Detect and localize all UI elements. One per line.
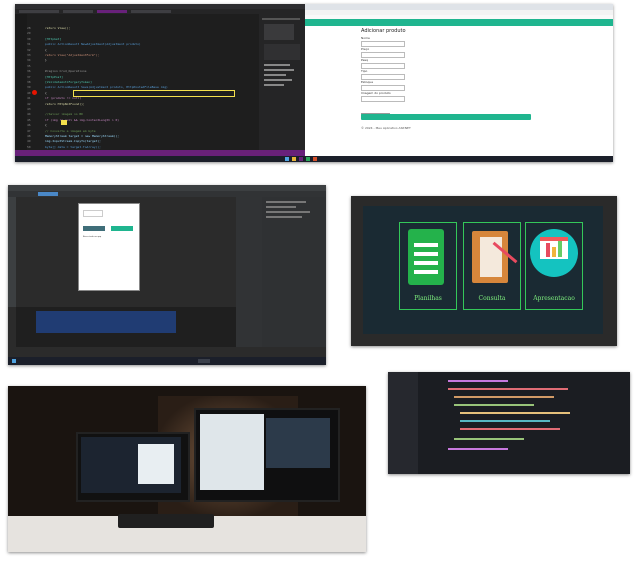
field-label: Nome bbox=[361, 36, 370, 40]
vs-left-margin bbox=[15, 14, 27, 156]
field-label: Pesq bbox=[361, 58, 369, 62]
photo-monitor-tiles: Planilhas Consulta Apresentacao bbox=[351, 196, 617, 346]
tile-label: Apresentacao bbox=[533, 295, 575, 302]
code-line: #region Crud_Operations bbox=[45, 69, 87, 74]
tile-apresentacao[interactable]: Apresentacao bbox=[525, 222, 583, 310]
browser-window: Nome do aplicativo Produtos Ajustes Privaci… bbox=[305, 4, 613, 156]
breakpoint-icon[interactable] bbox=[32, 90, 37, 95]
app-navbar: Nome do aplicativo Produtos Ajustes Privaci… bbox=[305, 19, 613, 36]
component-tree bbox=[236, 197, 262, 347]
code-line: public ActionResult Save(Adjustment prod… bbox=[45, 85, 168, 90]
line-number: 46 bbox=[27, 123, 31, 128]
yellow-highlight bbox=[61, 120, 67, 125]
field-label: Tipo bbox=[361, 69, 368, 73]
code-line: } bbox=[45, 58, 47, 63]
save-button[interactable]: Salvar bbox=[361, 114, 531, 130]
code-line: MemoryStream target = new MemoryStream()… bbox=[45, 134, 120, 138]
photo-code-screen bbox=[388, 372, 630, 474]
form-field: Estoque bbox=[361, 80, 405, 91]
code-line: return View("AdjustmentForm"); bbox=[45, 53, 100, 57]
line-number: 38 bbox=[27, 80, 31, 84]
as-left-tools bbox=[8, 197, 16, 307]
line-number: 29 bbox=[27, 31, 31, 36]
line-number: 48 bbox=[27, 134, 31, 138]
windows-taskbar bbox=[15, 156, 613, 162]
nav-link[interactable]: Logon bbox=[531, 32, 540, 36]
code-line: return View(); bbox=[45, 26, 71, 30]
line-number: 28 bbox=[27, 26, 31, 30]
line-number: 42 bbox=[27, 101, 31, 106]
register-button[interactable]: Cadastrar bbox=[83, 226, 105, 242]
attributes-panel bbox=[262, 197, 326, 347]
line-number: 37 bbox=[27, 74, 31, 79]
screenshot-visual-studio-browser: 28 29 30 31 32 33 34 35 36 37 38 39 40 41 42 43 44 45 46 47… bbox=[15, 4, 613, 162]
form-field: Imagem do produto bbox=[361, 91, 405, 102]
line-number: 45 bbox=[27, 117, 31, 122]
code-line: //Salvar imagem no BD bbox=[45, 112, 83, 117]
tile-label: Planilhas bbox=[414, 295, 442, 302]
tile-planilhas[interactable]: Planilhas bbox=[399, 222, 457, 310]
tile-label: Consulta bbox=[478, 295, 506, 302]
left-gutter bbox=[388, 372, 418, 474]
code-line: // Converte a imagem em byte bbox=[45, 128, 96, 133]
phone-text: Bem-vindo ao app bbox=[83, 236, 102, 238]
solution-explorer bbox=[259, 14, 305, 156]
line-number: 39 bbox=[27, 85, 31, 90]
presentation-chart-icon bbox=[530, 229, 578, 277]
screenshot-android-studio: Cadastrar Entrar Bem-vindo ao app bbox=[8, 185, 326, 365]
code-line: [HttpPost] bbox=[45, 74, 64, 79]
code-line: byte[] data = target.ToArray(); bbox=[45, 144, 101, 149]
field-label: Imagem do produto bbox=[361, 91, 391, 95]
monitor-right bbox=[194, 408, 340, 502]
code-line: public ActionResult NewAdjustment(Adjust… bbox=[45, 42, 141, 47]
form-field: Nome bbox=[361, 36, 405, 47]
notebook-pencil-icon bbox=[472, 231, 518, 283]
line-number: 47 bbox=[27, 128, 31, 133]
vs-window: 28 29 30 31 32 33 34 35 36 37 38 39 40 41 42 43 44 45 46 47… bbox=[15, 4, 305, 156]
field-label: Estoque bbox=[361, 80, 374, 84]
nav-link[interactable]: Registrar bbox=[511, 32, 525, 36]
nav-link[interactable]: Nome do aplicativo bbox=[319, 32, 348, 36]
keyboard bbox=[118, 514, 214, 528]
selected-line-highlight bbox=[73, 90, 235, 97]
line-number: 41 bbox=[27, 96, 31, 101]
line-number: 49 bbox=[27, 139, 31, 144]
form-title: Adicionar produto bbox=[361, 28, 406, 34]
field-label: Preço bbox=[361, 47, 370, 51]
code-editor[interactable]: return View(); [HttpGet] public ActionResu… bbox=[45, 26, 257, 156]
code-line: if (img != null && img.ContentLength > 0… bbox=[45, 117, 120, 122]
page-footer: © 2024 - Meu Aplicativo ASP.NET bbox=[361, 126, 411, 130]
line-number: 44 bbox=[27, 112, 31, 117]
line-number: 43 bbox=[27, 107, 31, 111]
code-line: return HttpNotFound(); bbox=[45, 101, 85, 106]
line-number: 36 bbox=[27, 69, 31, 74]
code-line: img.InputStream.CopyTo(target); bbox=[45, 139, 101, 144]
line-number: 40 bbox=[27, 90, 31, 95]
code-line: { bbox=[45, 123, 47, 128]
monitor-left bbox=[76, 432, 190, 502]
spreadsheet-icon bbox=[408, 229, 444, 285]
code-panel bbox=[16, 307, 236, 347]
code-line: [ValidateAntiForgeryToken] bbox=[45, 80, 92, 84]
code-line: { bbox=[45, 47, 47, 52]
tile-consulta[interactable]: Consulta bbox=[463, 222, 521, 310]
line-number: 34 bbox=[27, 58, 31, 63]
monitor-screen: Planilhas Consulta Apresentacao bbox=[363, 206, 603, 334]
code-line: [HttpGet] bbox=[45, 36, 62, 41]
line-number: 31 bbox=[27, 42, 31, 47]
photo-desk-setup bbox=[8, 386, 366, 552]
line-number: 33 bbox=[27, 53, 31, 57]
form-field: Pesq bbox=[361, 58, 405, 69]
line-number: 50 bbox=[27, 144, 31, 149]
phone-preview: Cadastrar Entrar Bem-vindo ao app bbox=[78, 203, 140, 291]
form-field: Tipo bbox=[361, 69, 405, 80]
code-line: { bbox=[45, 90, 47, 95]
as-taskbar bbox=[8, 357, 326, 365]
line-number: 30 bbox=[27, 36, 31, 41]
login-button[interactable]: Entrar bbox=[111, 226, 133, 242]
line-number: 35 bbox=[27, 63, 31, 68]
form-field: Preço bbox=[361, 47, 405, 58]
line-number: 32 bbox=[27, 47, 31, 52]
